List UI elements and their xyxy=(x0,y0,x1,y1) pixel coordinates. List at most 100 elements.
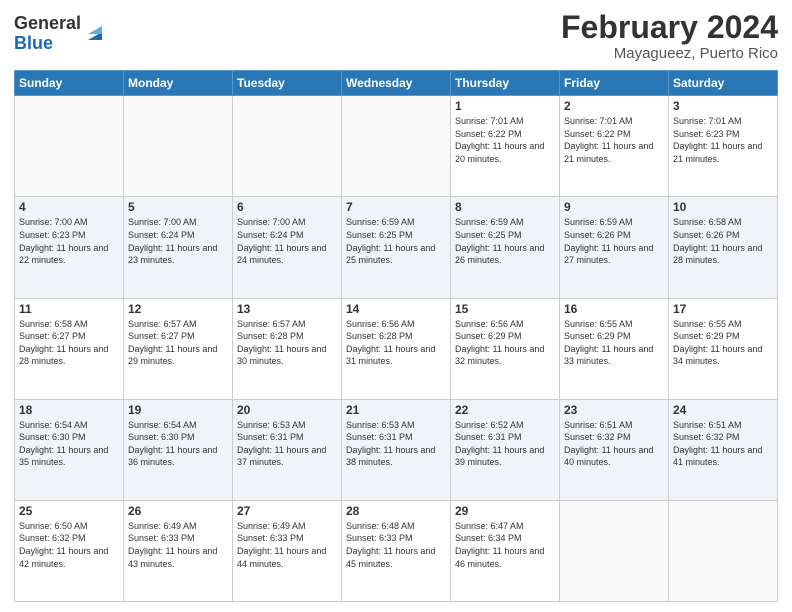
day-info: Sunrise: 6:49 AM Sunset: 6:33 PM Dayligh… xyxy=(237,520,337,570)
day-number: 26 xyxy=(128,504,228,518)
day-number: 1 xyxy=(455,99,555,113)
calendar-cell xyxy=(233,96,342,197)
day-info: Sunrise: 6:54 AM Sunset: 6:30 PM Dayligh… xyxy=(19,419,119,469)
calendar-cell: 22Sunrise: 6:52 AM Sunset: 6:31 PM Dayli… xyxy=(451,399,560,500)
calendar-title: February 2024 xyxy=(561,10,778,45)
day-info: Sunrise: 6:50 AM Sunset: 6:32 PM Dayligh… xyxy=(19,520,119,570)
day-info: Sunrise: 7:00 AM Sunset: 6:24 PM Dayligh… xyxy=(237,216,337,266)
day-number: 23 xyxy=(564,403,664,417)
day-number: 6 xyxy=(237,200,337,214)
day-number: 14 xyxy=(346,302,446,316)
calendar-cell: 1 Sunrise: 7:01 AM Sunset: 6:22 PM Daylig… xyxy=(451,96,560,197)
day-info: Sunrise: 7:00 AM Sunset: 6:23 PM Dayligh… xyxy=(19,216,119,266)
calendar-week-row: 18 Sunrise: 6:54 AM Sunset: 6:30 PM Dayli… xyxy=(15,399,778,500)
calendar-cell xyxy=(669,500,778,601)
calendar-day-header: Saturday xyxy=(669,71,778,96)
day-number: 19 xyxy=(128,403,228,417)
day-info: Sunrise: 7:01 AM Sunset: 6:22 PM Dayligh… xyxy=(455,115,555,165)
day-info: Sunrise: 6:55 AM Sunset: 6:29 PM Dayligh… xyxy=(673,318,773,368)
day-info: Sunrise: 6:57 AM Sunset: 6:27 PM Dayligh… xyxy=(128,318,228,368)
calendar-cell: 14 Sunrise: 6:56 AM Sunset: 6:28 PM Dayli… xyxy=(342,298,451,399)
calendar-cell: 24 Sunrise: 6:51 AM Sunset: 6:32 PM Dayli… xyxy=(669,399,778,500)
day-number: 21 xyxy=(346,403,446,417)
day-number: 18 xyxy=(19,403,119,417)
day-info: Sunrise: 6:54 AM Sunset: 6:30 PM Dayligh… xyxy=(128,419,228,469)
calendar-cell: 12 Sunrise: 6:57 AM Sunset: 6:27 PM Dayli… xyxy=(124,298,233,399)
day-number: 3 xyxy=(673,99,773,113)
calendar-week-row: 11Sunrise: 6:58 AM Sunset: 6:27 PM Dayli… xyxy=(15,298,778,399)
calendar-cell: 8 Sunrise: 6:59 AM Sunset: 6:25 PM Daylig… xyxy=(451,197,560,298)
day-info: Sunrise: 6:57 AM Sunset: 6:28 PM Dayligh… xyxy=(237,318,337,368)
day-info: Sunrise: 6:48 AM Sunset: 6:33 PM Dayligh… xyxy=(346,520,446,570)
calendar-week-row: 4Sunrise: 7:00 AM Sunset: 6:23 PM Daylig… xyxy=(15,197,778,298)
calendar-cell: 21 Sunrise: 6:53 AM Sunset: 6:31 PM Dayli… xyxy=(342,399,451,500)
calendar-cell: 6 Sunrise: 7:00 AM Sunset: 6:24 PM Daylig… xyxy=(233,197,342,298)
calendar-cell: 25Sunrise: 6:50 AM Sunset: 6:32 PM Dayli… xyxy=(15,500,124,601)
calendar-cell: 26 Sunrise: 6:49 AM Sunset: 6:33 PM Dayli… xyxy=(124,500,233,601)
day-number: 5 xyxy=(128,200,228,214)
calendar-cell: 23 Sunrise: 6:51 AM Sunset: 6:32 PM Dayli… xyxy=(560,399,669,500)
day-info: Sunrise: 6:58 AM Sunset: 6:27 PM Dayligh… xyxy=(19,318,119,368)
day-info: Sunrise: 7:01 AM Sunset: 6:22 PM Dayligh… xyxy=(564,115,664,165)
calendar-day-header: Sunday xyxy=(15,71,124,96)
day-info: Sunrise: 6:56 AM Sunset: 6:28 PM Dayligh… xyxy=(346,318,446,368)
day-info: Sunrise: 6:52 AM Sunset: 6:31 PM Dayligh… xyxy=(455,419,555,469)
calendar-day-header: Tuesday xyxy=(233,71,342,96)
calendar-cell: 13 Sunrise: 6:57 AM Sunset: 6:28 PM Dayli… xyxy=(233,298,342,399)
calendar-cell: 5 Sunrise: 7:00 AM Sunset: 6:24 PM Daylig… xyxy=(124,197,233,298)
calendar-table: SundayMondayTuesdayWednesdayThursdayFrid… xyxy=(14,70,778,602)
day-info: Sunrise: 6:47 AM Sunset: 6:34 PM Dayligh… xyxy=(455,520,555,570)
day-number: 24 xyxy=(673,403,773,417)
day-number: 7 xyxy=(346,200,446,214)
day-number: 8 xyxy=(455,200,555,214)
day-number: 10 xyxy=(673,200,773,214)
day-info: Sunrise: 6:51 AM Sunset: 6:32 PM Dayligh… xyxy=(564,419,664,469)
title-block: February 2024 Mayagueez, Puerto Rico xyxy=(561,10,778,62)
calendar-cell: 3 Sunrise: 7:01 AM Sunset: 6:23 PM Daylig… xyxy=(669,96,778,197)
day-info: Sunrise: 6:59 AM Sunset: 6:26 PM Dayligh… xyxy=(564,216,664,266)
day-info: Sunrise: 6:58 AM Sunset: 6:26 PM Dayligh… xyxy=(673,216,773,266)
day-info: Sunrise: 6:59 AM Sunset: 6:25 PM Dayligh… xyxy=(346,216,446,266)
calendar-week-row: 1 Sunrise: 7:01 AM Sunset: 6:22 PM Daylig… xyxy=(15,96,778,197)
day-number: 15 xyxy=(455,302,555,316)
logo-icon xyxy=(84,22,106,44)
calendar-cell: 2 Sunrise: 7:01 AM Sunset: 6:22 PM Daylig… xyxy=(560,96,669,197)
day-number: 29 xyxy=(455,504,555,518)
calendar-week-row: 25Sunrise: 6:50 AM Sunset: 6:32 PM Dayli… xyxy=(15,500,778,601)
logo: General Blue xyxy=(14,14,106,54)
calendar-cell: 15 Sunrise: 6:56 AM Sunset: 6:29 PM Dayli… xyxy=(451,298,560,399)
page: General Blue February 2024 Mayagueez, Pu… xyxy=(0,0,792,612)
calendar-cell xyxy=(560,500,669,601)
calendar-cell: 10 Sunrise: 6:58 AM Sunset: 6:26 PM Dayli… xyxy=(669,197,778,298)
logo-general: General xyxy=(14,14,81,34)
day-number: 9 xyxy=(564,200,664,214)
calendar-cell xyxy=(124,96,233,197)
calendar-cell: 9 Sunrise: 6:59 AM Sunset: 6:26 PM Daylig… xyxy=(560,197,669,298)
logo-blue: Blue xyxy=(14,34,81,54)
calendar-cell: 29 Sunrise: 6:47 AM Sunset: 6:34 PM Dayli… xyxy=(451,500,560,601)
day-number: 2 xyxy=(564,99,664,113)
day-info: Sunrise: 7:01 AM Sunset: 6:23 PM Dayligh… xyxy=(673,115,773,165)
day-info: Sunrise: 6:56 AM Sunset: 6:29 PM Dayligh… xyxy=(455,318,555,368)
day-info: Sunrise: 6:53 AM Sunset: 6:31 PM Dayligh… xyxy=(346,419,446,469)
calendar-cell: 19 Sunrise: 6:54 AM Sunset: 6:30 PM Dayli… xyxy=(124,399,233,500)
calendar-cell: 4Sunrise: 7:00 AM Sunset: 6:23 PM Daylig… xyxy=(15,197,124,298)
calendar-cell: 11Sunrise: 6:58 AM Sunset: 6:27 PM Dayli… xyxy=(15,298,124,399)
day-info: Sunrise: 6:59 AM Sunset: 6:25 PM Dayligh… xyxy=(455,216,555,266)
calendar-header-row: SundayMondayTuesdayWednesdayThursdayFrid… xyxy=(15,71,778,96)
day-info: Sunrise: 6:51 AM Sunset: 6:32 PM Dayligh… xyxy=(673,419,773,469)
calendar-cell: 18 Sunrise: 6:54 AM Sunset: 6:30 PM Dayli… xyxy=(15,399,124,500)
day-number: 12 xyxy=(128,302,228,316)
calendar-cell: 27 Sunrise: 6:49 AM Sunset: 6:33 PM Dayli… xyxy=(233,500,342,601)
day-info: Sunrise: 7:00 AM Sunset: 6:24 PM Dayligh… xyxy=(128,216,228,266)
calendar-cell: 16Sunrise: 6:55 AM Sunset: 6:29 PM Dayli… xyxy=(560,298,669,399)
calendar-day-header: Monday xyxy=(124,71,233,96)
calendar-day-header: Wednesday xyxy=(342,71,451,96)
day-number: 28 xyxy=(346,504,446,518)
calendar-cell xyxy=(342,96,451,197)
day-number: 13 xyxy=(237,302,337,316)
calendar-cell: 20Sunrise: 6:53 AM Sunset: 6:31 PM Dayli… xyxy=(233,399,342,500)
calendar-day-header: Thursday xyxy=(451,71,560,96)
day-number: 27 xyxy=(237,504,337,518)
day-info: Sunrise: 6:49 AM Sunset: 6:33 PM Dayligh… xyxy=(128,520,228,570)
